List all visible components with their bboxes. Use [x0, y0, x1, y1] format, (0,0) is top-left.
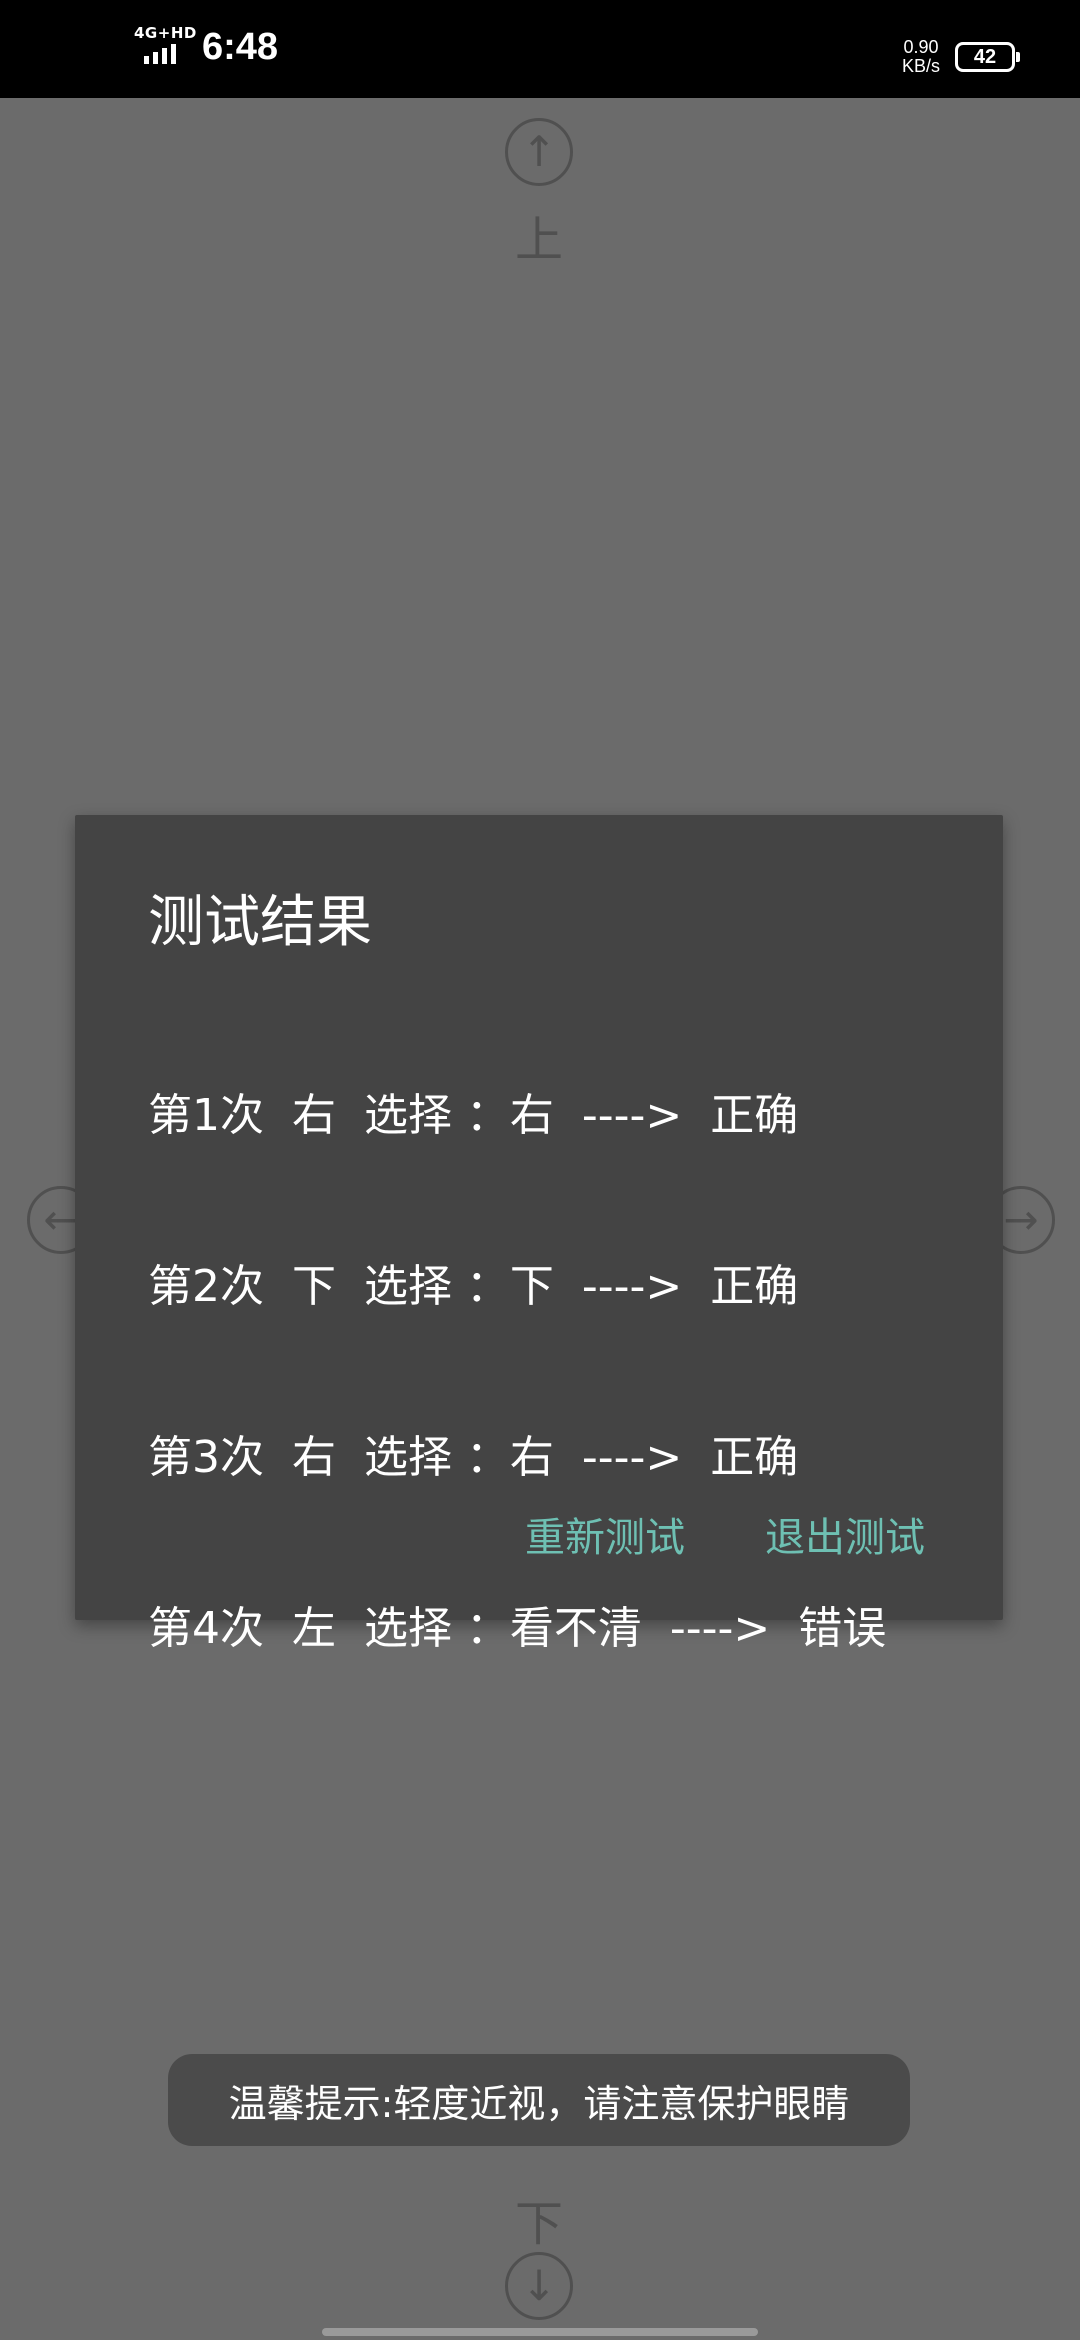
result-line-4: 第4次 左 选择 ：看不清 ----> 错误	[148, 1603, 887, 1654]
speed-value: 0.90	[903, 37, 939, 57]
network-speed: 0.90 KB/s	[897, 38, 945, 76]
up-label: 上	[515, 212, 564, 268]
battery-icon: 42	[955, 42, 1020, 72]
dialog-title: 测试结果	[148, 890, 372, 955]
network-type: 4G+HD	[134, 24, 197, 42]
clock: 6:48	[202, 26, 279, 68]
signal-icon	[144, 42, 176, 64]
home-indicator[interactable]	[322, 2328, 758, 2336]
tip-toast: 温馨提示:轻度近视，请注意保护眼睛	[168, 2054, 910, 2146]
result-dialog: 测试结果 第1次 右 选择 ：右 ----> 正确 第2次 下 选择 ：下 --…	[75, 815, 1003, 1654]
exit-test-button[interactable]: 退出测试	[765, 1505, 925, 1563]
battery-level: 42	[973, 45, 997, 68]
arrow-up-icon[interactable]: ↑	[505, 118, 573, 186]
result-line-2: 第2次 下 选择 ：下 ----> 正确	[148, 1261, 799, 1312]
retest-button[interactable]: 重新测试	[525, 1505, 685, 1563]
toast-text: 温馨提示:轻度近视，请注意保护眼睛	[228, 2081, 850, 2126]
result-line-3: 第3次 右 选择 ：右 ----> 正确	[148, 1432, 799, 1483]
result-list: 第1次 右 选择 ：右 ----> 正确 第2次 下 选择 ：下 ----> 正…	[148, 973, 948, 1771]
status-bar: 4G+HD 6:48 0.90 KB/s 42	[0, 0, 1080, 98]
down-label: 下	[515, 2196, 564, 2252]
result-line-1: 第1次 右 选择 ：右 ----> 正确	[148, 1090, 799, 1141]
speed-unit: KB/s	[901, 56, 940, 76]
arrow-down-icon[interactable]: ↓	[505, 2252, 573, 2320]
